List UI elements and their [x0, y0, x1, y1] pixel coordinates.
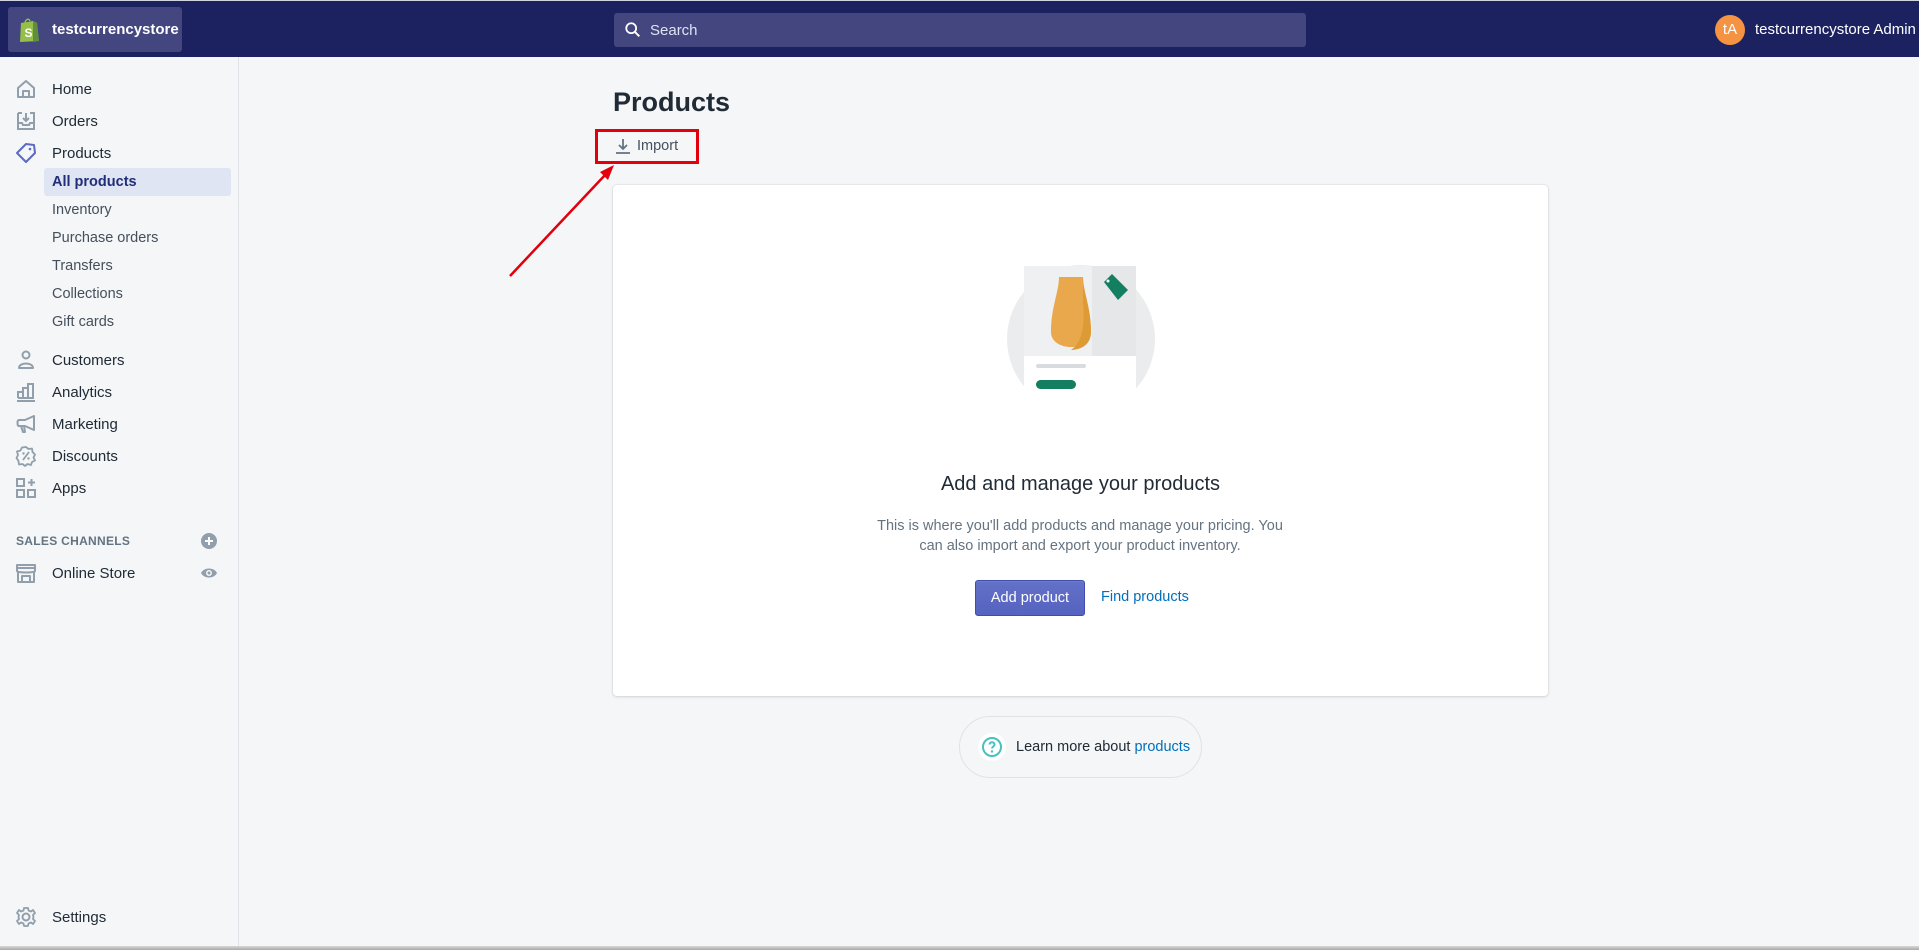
sidebar-item-analytics[interactable]: Analytics	[0, 376, 239, 408]
search-input[interactable]	[650, 21, 1270, 39]
learn-more-products-link[interactable]: products	[1134, 739, 1190, 755]
store-icon	[15, 562, 37, 584]
sidebar-item-orders[interactable]: Orders	[0, 105, 239, 137]
sidebar-item-products[interactable]: Products	[0, 137, 239, 169]
sidebar-item-settings[interactable]: Settings	[0, 901, 239, 933]
sidebar-item-marketing[interactable]: Marketing	[0, 408, 239, 440]
window-bottom-edge	[0, 946, 1919, 950]
sidebar-subitem-transfers[interactable]: Transfers	[44, 252, 231, 280]
store-switcher[interactable]: S testcurrencystore	[8, 7, 182, 52]
add-sales-channel-icon[interactable]	[200, 532, 218, 550]
discount-icon	[15, 445, 37, 467]
megaphone-icon	[15, 413, 37, 435]
download-icon	[616, 139, 630, 154]
store-name: testcurrencystore	[52, 21, 179, 38]
apps-icon	[15, 477, 37, 499]
sidebar-item-customers[interactable]: Customers	[0, 344, 239, 376]
learn-more-text: Learn more about	[1016, 739, 1131, 755]
sidebar-subitem-all-products[interactable]: All products	[44, 168, 231, 196]
empty-state-heading: Add and manage your products	[940, 473, 1221, 495]
sidebar: Home Orders Products All products Invent…	[0, 57, 239, 946]
eye-icon[interactable]	[200, 564, 218, 582]
customer-icon	[15, 349, 37, 371]
sidebar-item-discounts[interactable]: Discounts	[0, 440, 239, 472]
user-name: testcurrencystore Admin	[1755, 21, 1916, 38]
sidebar-item-online-store[interactable]: Online Store	[0, 557, 239, 589]
shopify-logo-icon: S	[20, 18, 39, 42]
analytics-icon	[15, 381, 37, 403]
find-products-link[interactable]: Find products	[1101, 589, 1189, 605]
help-icon	[978, 733, 1006, 761]
sidebar-subitem-purchase-orders[interactable]: Purchase orders	[44, 224, 231, 252]
product-illustration	[1007, 265, 1155, 407]
tag-icon	[15, 142, 37, 164]
sales-channels-heading: SALES CHANNELS	[16, 534, 131, 548]
top-bar: S testcurrencystore tA testcurrencystore…	[0, 0, 1919, 57]
empty-state-card: Add and manage your products This is whe…	[613, 185, 1548, 696]
import-label: Import	[637, 138, 679, 154]
gear-icon	[15, 906, 37, 928]
import-button[interactable]: Import	[615, 135, 678, 157]
svg-text:S: S	[25, 26, 33, 40]
search-bar[interactable]	[614, 13, 1306, 47]
add-product-button[interactable]: Add product	[975, 580, 1085, 616]
learn-more-footer: Learn more about products	[959, 716, 1202, 778]
sidebar-item-apps[interactable]: Apps	[0, 472, 239, 504]
page-title: Products	[613, 87, 731, 117]
home-icon	[15, 78, 37, 100]
sidebar-subitem-inventory[interactable]: Inventory	[44, 196, 231, 224]
sidebar-subitem-gift-cards[interactable]: Gift cards	[44, 308, 231, 336]
orders-icon	[15, 110, 37, 132]
sidebar-subitem-collections[interactable]: Collections	[44, 280, 231, 308]
empty-state-description: This is where you'll add products and ma…	[877, 518, 1283, 554]
user-menu[interactable]: tA testcurrencystore Admin	[1707, 1, 1919, 58]
search-icon	[625, 22, 641, 38]
avatar: tA	[1715, 14, 1745, 45]
sidebar-item-home[interactable]: Home	[0, 73, 239, 105]
